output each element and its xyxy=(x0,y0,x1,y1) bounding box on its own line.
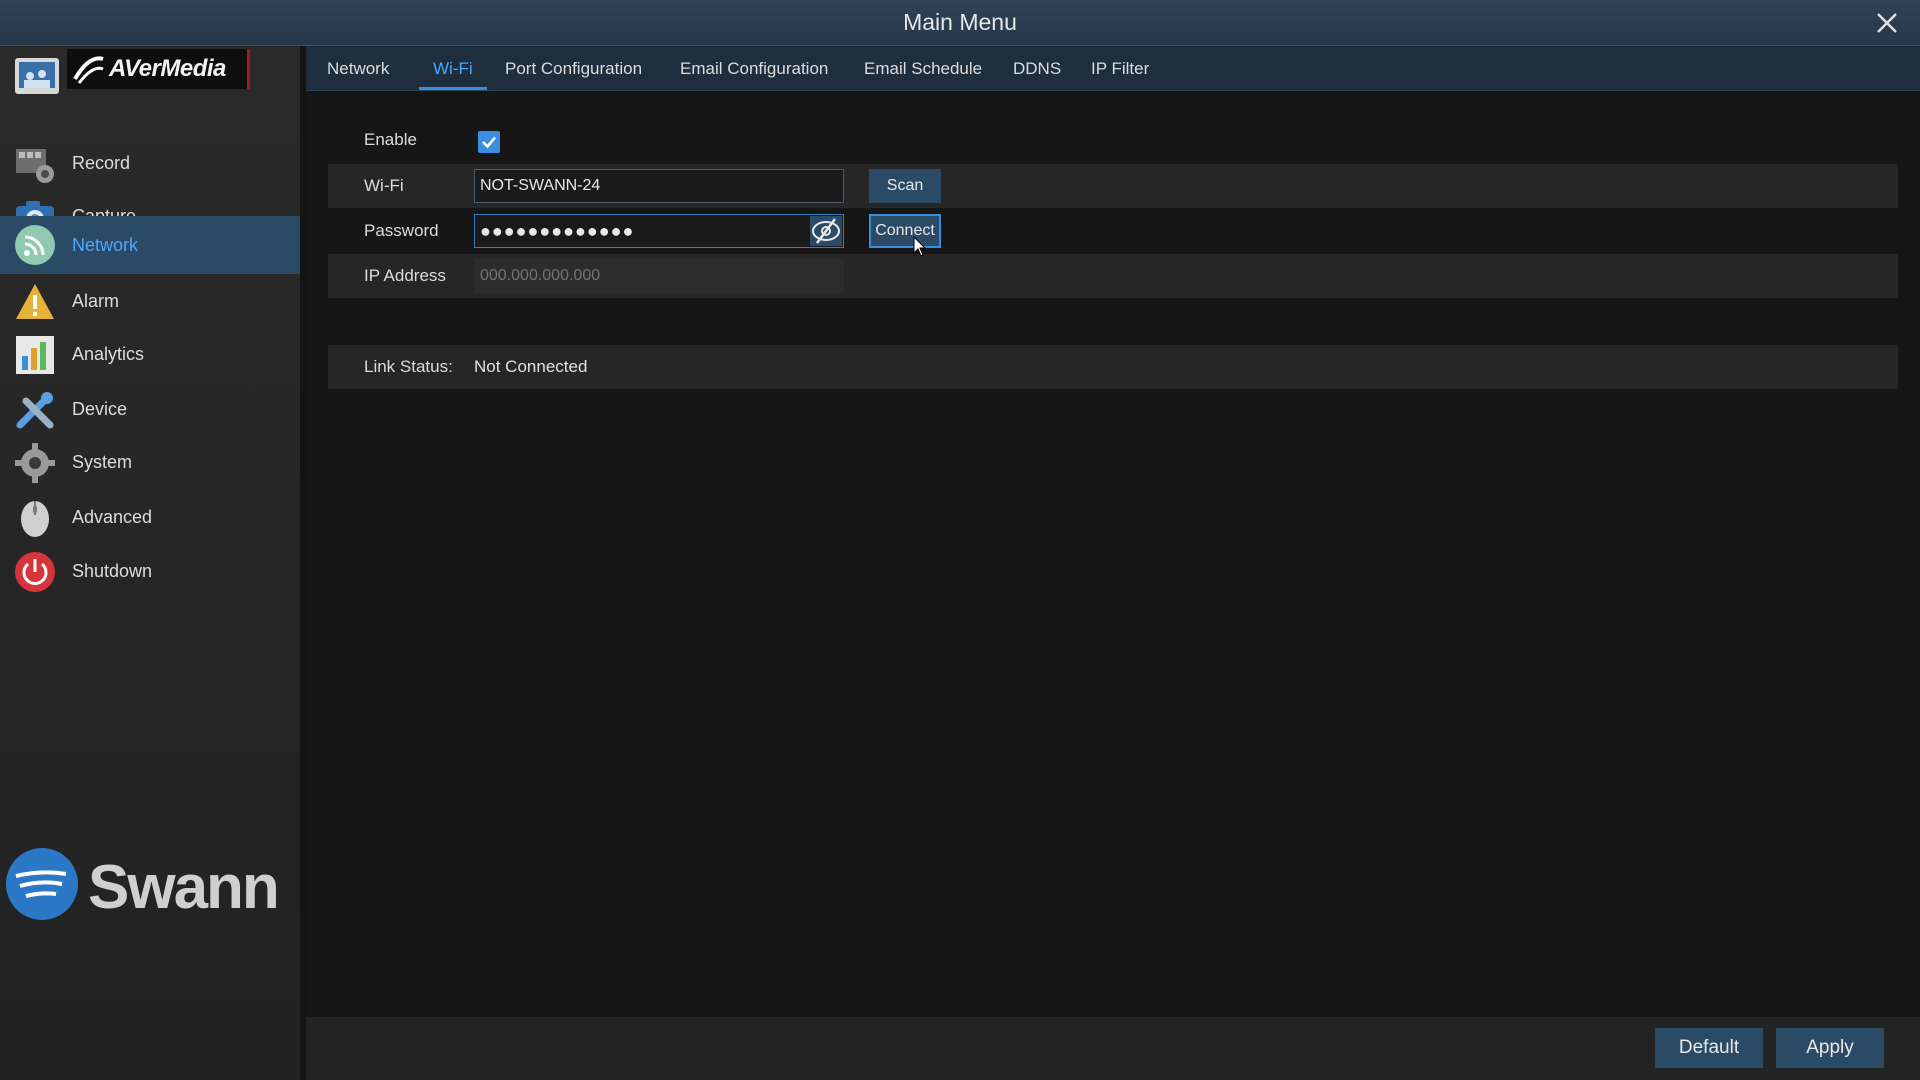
wifi-label: Wi-Fi xyxy=(364,176,404,195)
network-icon xyxy=(15,225,55,265)
sidebar-item-advanced[interactable]: Advanced xyxy=(0,489,300,545)
wifi-ssid-input[interactable] xyxy=(474,169,844,203)
apply-button[interactable]: Apply xyxy=(1776,1028,1884,1068)
sidebar-item-alarm[interactable]: Alarm xyxy=(0,273,300,329)
password-label: Password xyxy=(364,221,439,240)
enable-label: Enable xyxy=(364,130,417,149)
tab-network[interactable]: Network xyxy=(313,46,403,90)
power-icon xyxy=(15,552,55,592)
gear-icon xyxy=(15,443,55,483)
mouse-cursor-icon xyxy=(913,236,927,257)
sidebar-item-label: Network xyxy=(72,235,139,255)
password-input[interactable] xyxy=(474,214,844,248)
default-button[interactable]: Default xyxy=(1655,1028,1763,1068)
sidebar-item-label: Shutdown xyxy=(72,561,153,581)
tab-ddns[interactable]: DDNS xyxy=(999,46,1075,90)
show-password-toggle[interactable] xyxy=(810,216,842,246)
sidebar-item-network[interactable]: Network xyxy=(0,216,300,274)
sidebar-item-shutdown[interactable]: Shutdown xyxy=(0,543,300,599)
mouse-icon xyxy=(21,501,49,537)
swann-emblem-icon xyxy=(6,848,78,920)
alarm-icon xyxy=(16,284,54,319)
password-row: Password Connect xyxy=(328,209,1898,253)
tab-ip-filter[interactable]: IP Filter xyxy=(1077,46,1163,90)
analytics-icon xyxy=(16,336,54,374)
link-status-row: Link Status: Not Connected xyxy=(328,345,1898,389)
scan-button[interactable]: Scan xyxy=(869,169,941,203)
ip-address-input xyxy=(474,259,844,293)
eye-hidden-icon xyxy=(812,218,840,244)
tab-wifi[interactable]: Wi-Fi xyxy=(419,46,487,90)
sidebar: Record Capture Network Alarm xyxy=(0,46,300,1080)
title-bar: Main Menu xyxy=(0,0,1920,46)
avermedia-logo: AVerMedia xyxy=(67,49,250,89)
tab-email-configuration[interactable]: Email Configuration xyxy=(666,46,842,90)
window-title: Main Menu xyxy=(903,9,1017,35)
avermedia-emblem-icon xyxy=(73,56,104,84)
tab-email-schedule[interactable]: Email Schedule xyxy=(850,46,996,90)
wifi-row: Wi-Fi Scan xyxy=(328,164,1898,208)
sidebar-item-label: System xyxy=(72,452,133,472)
avermedia-wordmark: AVerMedia xyxy=(109,55,226,82)
enable-row: Enable xyxy=(328,118,1898,162)
sidebar-item-label: Alarm xyxy=(72,291,120,311)
sidebar-item-device[interactable]: Device xyxy=(0,381,300,437)
tab-bar: Network Wi-Fi Port Configuration Email C… xyxy=(306,46,1920,91)
sidebar-item-label: Record xyxy=(72,153,131,173)
footer-bar: Default Apply xyxy=(306,1017,1920,1080)
ip-address-label: IP Address xyxy=(364,266,446,285)
close-icon[interactable] xyxy=(1872,8,1902,38)
sidebar-item-label: Analytics xyxy=(72,344,145,364)
tab-port-configuration[interactable]: Port Configuration xyxy=(491,46,656,90)
swann-logo: Swann xyxy=(4,846,296,926)
sidebar-item-label: Advanced xyxy=(72,507,153,527)
sidebar-item-label: Device xyxy=(72,399,128,419)
link-status-value: Not Connected xyxy=(474,357,588,376)
device-icon xyxy=(16,392,54,429)
connect-button[interactable]: Connect xyxy=(869,214,941,248)
sidebar-item-record[interactable]: Record xyxy=(0,135,300,191)
link-status-label: Link Status: xyxy=(364,357,453,376)
swann-wordmark: Swann xyxy=(88,853,280,922)
wifi-settings-panel: Enable Wi-Fi Scan Password Connect IP Ad… xyxy=(306,91,1920,1016)
ip-address-row: IP Address xyxy=(328,254,1898,298)
sidebar-item-system[interactable]: System xyxy=(0,434,300,490)
display-icon xyxy=(15,58,59,94)
sidebar-item-analytics[interactable]: Analytics xyxy=(0,326,300,382)
enable-checkbox[interactable] xyxy=(478,131,500,153)
record-icon xyxy=(16,149,54,183)
checkmark-icon xyxy=(482,136,496,149)
